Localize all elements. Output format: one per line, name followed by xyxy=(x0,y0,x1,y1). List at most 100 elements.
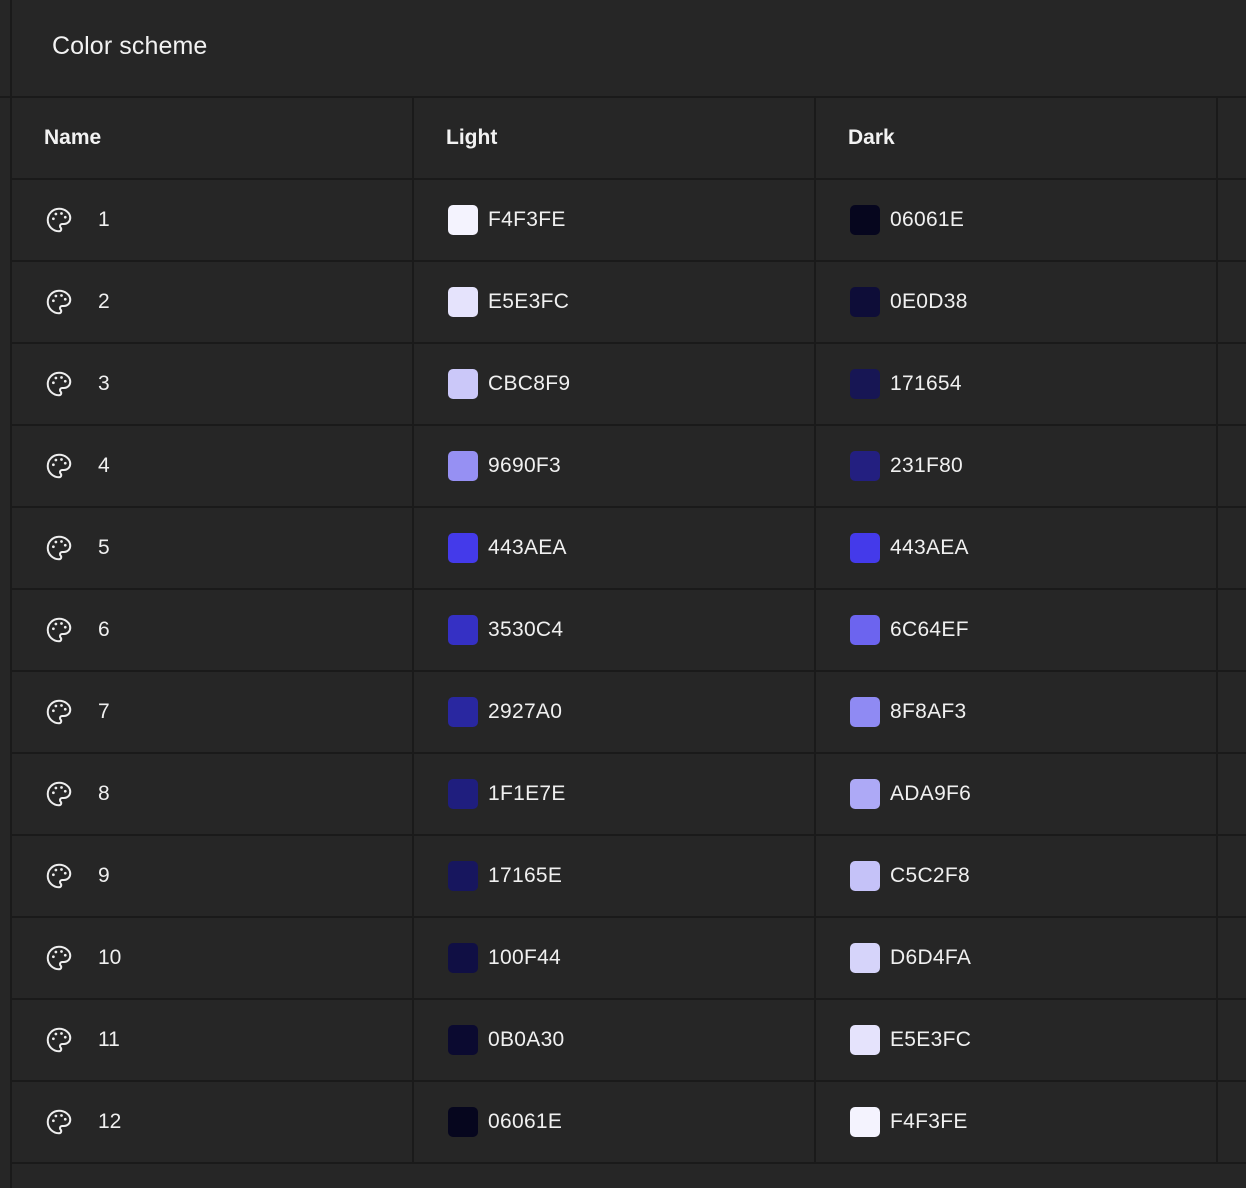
dark-cell: F4F3FE xyxy=(850,1082,968,1162)
dark-color-swatch[interactable] xyxy=(850,779,880,809)
light-color-swatch[interactable] xyxy=(448,615,478,645)
dark-hex-value: 443AEA xyxy=(890,536,969,559)
palette-icon xyxy=(44,369,74,399)
light-hex-value: 17165E xyxy=(488,864,563,887)
light-color-swatch[interactable] xyxy=(448,1107,478,1137)
palette-icon xyxy=(44,1107,74,1137)
row-name: 2 xyxy=(98,290,110,313)
column-header-dark[interactable]: Dark xyxy=(848,98,895,178)
table-row[interactable]: 6 3530C4 6C64EF xyxy=(12,590,1246,672)
dark-hex-value: 8F8AF3 xyxy=(890,700,967,723)
dark-cell: 6C64EF xyxy=(850,590,969,670)
dark-color-swatch[interactable] xyxy=(850,205,880,235)
dark-color-swatch[interactable] xyxy=(850,861,880,891)
light-color-swatch[interactable] xyxy=(448,451,478,481)
color-scheme-panel: Color scheme Name Light Dark 1 F4F3FE 0606… xyxy=(0,0,1246,1188)
dark-color-swatch[interactable] xyxy=(850,697,880,727)
name-cell: 12 xyxy=(44,1082,121,1162)
table-row[interactable]: 2 E5E3FC 0E0D38 xyxy=(12,262,1246,344)
name-cell: 1 xyxy=(44,180,110,260)
table-row[interactable]: 12 06061E F4F3FE xyxy=(12,1082,1246,1164)
dark-hex-value: 0E0D38 xyxy=(890,290,968,313)
name-cell: 6 xyxy=(44,590,110,670)
dark-hex-value: 6C64EF xyxy=(890,618,969,641)
dark-color-swatch[interactable] xyxy=(850,615,880,645)
dark-hex-value: F4F3FE xyxy=(890,1110,968,1133)
light-hex-value: 06061E xyxy=(488,1110,563,1133)
dark-cell: 8F8AF3 xyxy=(850,672,967,752)
light-color-swatch[interactable] xyxy=(448,205,478,235)
table-row[interactable]: 3 CBC8F9 171654 xyxy=(12,344,1246,426)
dark-color-swatch[interactable] xyxy=(850,287,880,317)
dark-hex-value: ADA9F6 xyxy=(890,782,972,805)
light-hex-value: CBC8F9 xyxy=(488,372,571,395)
light-color-swatch[interactable] xyxy=(448,779,478,809)
light-color-swatch[interactable] xyxy=(448,861,478,891)
table-row[interactable]: 10 100F44 D6D4FA xyxy=(12,918,1246,1000)
table-row[interactable]: 5 443AEA 443AEA xyxy=(12,508,1246,590)
light-cell: 2927A0 xyxy=(448,672,562,752)
table-row[interactable]: 4 9690F3 231F80 xyxy=(12,426,1246,508)
light-color-swatch[interactable] xyxy=(448,287,478,317)
light-cell: 06061E xyxy=(448,1082,562,1162)
dark-cell: ADA9F6 xyxy=(850,754,971,834)
row-name: 8 xyxy=(98,782,110,805)
light-color-swatch[interactable] xyxy=(448,943,478,973)
palette-icon xyxy=(44,533,74,563)
light-hex-value: 9690F3 xyxy=(488,454,562,477)
name-cell: 4 xyxy=(44,426,110,506)
column-header-light[interactable]: Light xyxy=(446,98,497,178)
dark-color-swatch[interactable] xyxy=(850,943,880,973)
light-color-swatch[interactable] xyxy=(448,369,478,399)
light-cell: 9690F3 xyxy=(448,426,561,506)
light-cell: 3530C4 xyxy=(448,590,563,670)
dark-color-swatch[interactable] xyxy=(850,451,880,481)
dark-color-swatch[interactable] xyxy=(850,1107,880,1137)
light-hex-value: F4F3FE xyxy=(488,208,566,231)
palette-icon xyxy=(44,615,74,645)
palette-icon xyxy=(44,697,74,727)
dark-cell: 06061E xyxy=(850,180,964,260)
dark-color-swatch[interactable] xyxy=(850,1025,880,1055)
palette-icon xyxy=(44,1025,74,1055)
table-row[interactable]: 11 0B0A30 E5E3FC xyxy=(12,1000,1246,1082)
row-name: 11 xyxy=(98,1028,120,1051)
dark-hex-value: E5E3FC xyxy=(890,1028,972,1051)
light-cell: 100F44 xyxy=(448,918,561,998)
row-name: 1 xyxy=(98,208,110,231)
palette-icon xyxy=(44,205,74,235)
light-color-swatch[interactable] xyxy=(448,697,478,727)
name-cell: 10 xyxy=(44,918,121,998)
light-color-swatch[interactable] xyxy=(448,1025,478,1055)
light-color-swatch[interactable] xyxy=(448,533,478,563)
row-name: 3 xyxy=(98,372,110,395)
table-header-row: Name Light Dark xyxy=(12,98,1246,180)
page-title: Color scheme xyxy=(52,32,208,60)
table-body: 1 F4F3FE 06061E 2 E5E3FC 0E0D38 3 CBC8F9 171654 4… xyxy=(12,180,1246,1164)
table-row[interactable]: 8 1F1E7E ADA9F6 xyxy=(12,754,1246,836)
table-row[interactable]: 7 2927A0 8F8AF3 xyxy=(12,672,1246,754)
dark-cell: 0E0D38 xyxy=(850,262,968,342)
name-cell: 7 xyxy=(44,672,110,752)
dark-cell: E5E3FC xyxy=(850,1000,971,1080)
light-cell: F4F3FE xyxy=(448,180,566,260)
table-row[interactable]: 1 F4F3FE 06061E xyxy=(12,180,1246,262)
light-cell: 17165E xyxy=(448,836,562,916)
table-row[interactable]: 9 17165E C5C2F8 xyxy=(12,836,1246,918)
dark-hex-value: 06061E xyxy=(890,208,965,231)
dark-cell: 231F80 xyxy=(850,426,963,506)
name-cell: 3 xyxy=(44,344,110,424)
name-cell: 11 xyxy=(44,1000,120,1080)
name-cell: 5 xyxy=(44,508,110,588)
dark-color-swatch[interactable] xyxy=(850,533,880,563)
palette-icon xyxy=(44,943,74,973)
name-cell: 9 xyxy=(44,836,110,916)
panel-header: Color scheme xyxy=(12,0,1246,96)
dark-color-swatch[interactable] xyxy=(850,369,880,399)
palette-icon xyxy=(44,861,74,891)
dark-cell: D6D4FA xyxy=(850,918,971,998)
light-cell: CBC8F9 xyxy=(448,344,570,424)
column-header-name[interactable]: Name xyxy=(44,98,101,178)
light-hex-value: 443AEA xyxy=(488,536,567,559)
light-hex-value: 1F1E7E xyxy=(488,782,566,805)
